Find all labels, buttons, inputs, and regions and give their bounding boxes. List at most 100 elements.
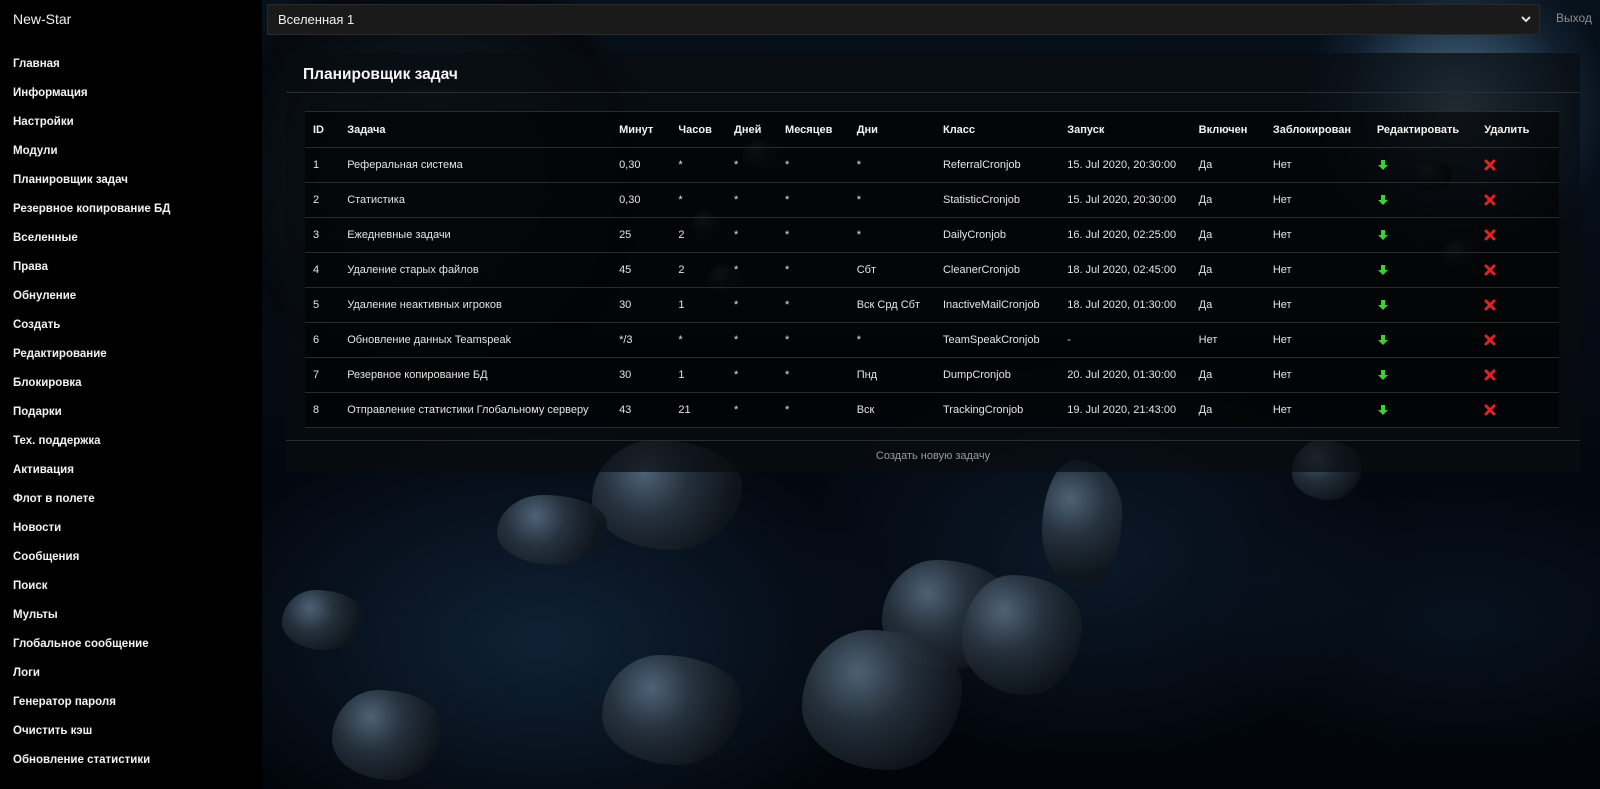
cell-enabled: Да xyxy=(1190,182,1265,218)
sidebar: New-Star Главная Информация Настройки Модул… xyxy=(0,0,262,789)
sidebar-item[interactable]: Главная xyxy=(13,56,170,85)
table-row: 5 Удаление неактивных игроков 30 1 * * Вск Срд… xyxy=(305,287,1559,323)
delete-x-icon[interactable] xyxy=(1484,369,1496,381)
cell-edit xyxy=(1368,287,1477,323)
sidebar-item[interactable]: Тех. поддержка xyxy=(13,433,170,462)
sidebar-item[interactable]: Настройки xyxy=(13,114,170,143)
column-header: Задача xyxy=(339,111,612,148)
cell-delete xyxy=(1476,392,1559,428)
cell-enabled: Да xyxy=(1190,287,1265,323)
delete-x-icon[interactable] xyxy=(1484,229,1496,241)
column-header: Дней xyxy=(726,111,778,148)
delete-x-icon[interactable] xyxy=(1484,334,1496,346)
sidebar-item[interactable]: Мульты xyxy=(13,607,170,636)
cell-id: 1 xyxy=(305,147,340,183)
cell-id: 2 xyxy=(305,182,340,218)
cell-edit xyxy=(1368,392,1477,428)
column-header: Дни xyxy=(848,111,935,148)
sidebar-item[interactable]: Резервное копирование БД xyxy=(13,201,170,230)
sidebar-item[interactable]: Планировщик задач xyxy=(13,172,170,201)
tasks-table: ID Задача Минут Часов Дней Месяцев Дни Класс Зап… xyxy=(305,111,1559,428)
edit-arrow-icon[interactable] xyxy=(1377,229,1389,241)
cell-delete xyxy=(1476,287,1559,323)
cell-minute: 43 xyxy=(611,392,671,428)
cell-task: Резервное копирование БД xyxy=(339,357,612,393)
sidebar-item[interactable]: Поиск xyxy=(13,578,170,607)
edit-arrow-icon[interactable] xyxy=(1377,299,1389,311)
delete-x-icon[interactable] xyxy=(1484,159,1496,171)
sidebar-item[interactable]: Блокировка xyxy=(13,375,170,404)
cell-locked: Нет xyxy=(1264,357,1369,393)
table-row: 7 Резервное копирование БД 30 1 * * Пнд DumpCro… xyxy=(305,357,1559,393)
sidebar-item[interactable]: Сообщения xyxy=(13,549,170,578)
sidebar-item[interactable]: Права xyxy=(13,259,170,288)
sidebar-item[interactable]: Редактирование xyxy=(13,346,170,375)
cell-class: StatisticCronjob xyxy=(934,182,1060,218)
sidebar-item[interactable]: Подарки xyxy=(13,404,170,433)
cell-enabled: Да xyxy=(1190,217,1265,253)
cell-weekdays: Вск Срд Сбт xyxy=(848,287,935,323)
edit-arrow-icon[interactable] xyxy=(1377,194,1389,206)
cell-run: 16. Jul 2020, 02:25:00 xyxy=(1059,217,1191,253)
edit-arrow-icon[interactable] xyxy=(1377,264,1389,276)
sidebar-item[interactable]: Активация xyxy=(13,462,170,491)
cell-edit xyxy=(1368,182,1477,218)
cell-locked: Нет xyxy=(1264,182,1369,218)
delete-x-icon[interactable] xyxy=(1484,264,1496,276)
cell-run: 18. Jul 2020, 01:30:00 xyxy=(1059,287,1191,323)
sidebar-item[interactable]: Обнуление xyxy=(13,288,170,317)
delete-x-icon[interactable] xyxy=(1484,194,1496,206)
cell-minute: 0,30 xyxy=(611,182,671,218)
cell-class: InactiveMailCronjob xyxy=(934,287,1060,323)
table-row: 3 Ежедневные задачи 25 2 * * * DailyCronjob 16. … xyxy=(305,217,1559,253)
sidebar-item[interactable]: Создать xyxy=(13,317,170,346)
sidebar-item[interactable]: Обновление статистики xyxy=(13,752,170,781)
table-row: 4 Удаление старых файлов 45 2 * * Сбт CleanerCr… xyxy=(305,252,1559,288)
cell-minute: 30 xyxy=(611,287,671,323)
cell-weekdays: * xyxy=(848,147,935,183)
cell-run: - xyxy=(1059,322,1191,358)
column-header: Удалить xyxy=(1476,111,1559,148)
table-row: 1 Реферальная система 0,30 * * * * ReferralCron… xyxy=(305,147,1559,183)
cell-delete xyxy=(1476,182,1559,218)
sidebar-item[interactable]: Очистить кэш xyxy=(13,723,170,752)
sidebar-item[interactable]: Глобальное сообщение xyxy=(13,636,170,665)
sidebar-item[interactable]: Информация xyxy=(13,85,170,114)
sidebar-nav: Главная Информация Настройки Модули Планиров… xyxy=(13,56,170,781)
cell-task: Реферальная система xyxy=(339,147,612,183)
table-row: 8 Отправление статистики Глобальному серв… xyxy=(305,392,1559,428)
column-header: Редактировать xyxy=(1368,111,1477,148)
cell-run: 15. Jul 2020, 20:30:00 xyxy=(1059,182,1191,218)
cell-edit xyxy=(1368,357,1477,393)
cell-locked: Нет xyxy=(1264,252,1369,288)
cell-month: * xyxy=(777,287,849,323)
logout-link[interactable]: Выход xyxy=(1556,11,1592,25)
sidebar-item[interactable]: Генератор пароля xyxy=(13,694,170,723)
edit-arrow-icon[interactable] xyxy=(1377,159,1389,171)
cell-locked: Нет xyxy=(1264,392,1369,428)
edit-arrow-icon[interactable] xyxy=(1377,369,1389,381)
cell-day: * xyxy=(726,217,778,253)
universe-select-value: Вселенная 1 xyxy=(278,12,355,27)
sidebar-item[interactable]: Вселенные xyxy=(13,230,170,259)
create-task-link[interactable]: Создать новую задачу xyxy=(286,450,1580,462)
cell-month: * xyxy=(777,322,849,358)
universe-select[interactable]: Вселенная 1 xyxy=(267,4,1540,35)
edit-arrow-icon[interactable] xyxy=(1377,404,1389,416)
cell-day: * xyxy=(726,252,778,288)
sidebar-item[interactable]: Флот в полете xyxy=(13,491,170,520)
cell-hour: * xyxy=(670,322,727,358)
sidebar-item[interactable]: Модули xyxy=(13,143,170,172)
delete-x-icon[interactable] xyxy=(1484,299,1496,311)
sidebar-item[interactable]: Логи xyxy=(13,665,170,694)
delete-x-icon[interactable] xyxy=(1484,404,1496,416)
cell-month: * xyxy=(777,182,849,218)
brand-logo[interactable]: New-Star xyxy=(13,11,71,27)
sidebar-item[interactable]: Новости xyxy=(13,520,170,549)
cell-task: Статистика xyxy=(339,182,612,218)
cell-task: Обновление данных Teamspeak xyxy=(339,322,612,358)
cell-month: * xyxy=(777,217,849,253)
edit-arrow-icon[interactable] xyxy=(1377,334,1389,346)
chevron-down-icon xyxy=(1521,16,1531,23)
cell-day: * xyxy=(726,357,778,393)
